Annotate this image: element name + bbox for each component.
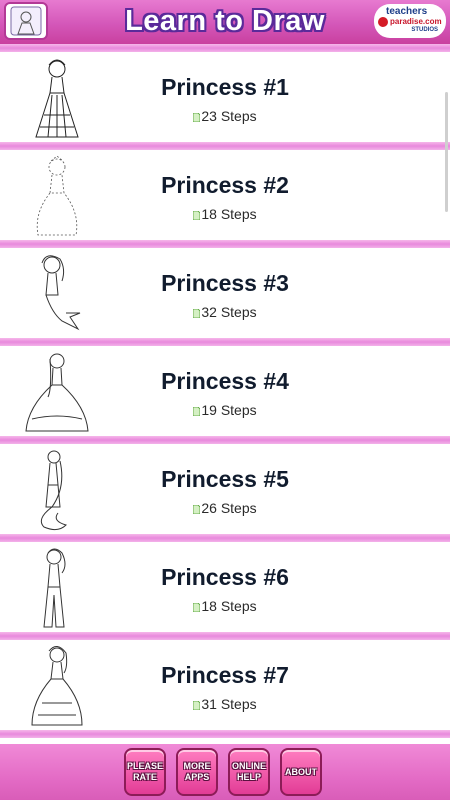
item-steps: 18 Steps (100, 598, 350, 614)
item-title: Princess #6 (161, 564, 289, 590)
list-item[interactable]: Princess #5 26 Steps (0, 444, 450, 534)
document-icon (193, 701, 201, 710)
princess-drawing-icon (22, 349, 92, 435)
step-count: 18 Steps (201, 598, 257, 614)
list-item[interactable]: Princess #2 18 Steps (0, 150, 450, 240)
divider (0, 240, 450, 248)
document-icon (193, 309, 201, 318)
document-icon (193, 113, 201, 122)
list-item[interactable]: Princess #3 32 Steps (0, 248, 450, 338)
divider (0, 142, 450, 150)
item-title: Princess #5 (161, 466, 289, 492)
list-item[interactable]: Princess #1 23 Steps (0, 52, 450, 142)
divider (0, 338, 450, 346)
step-count: 26 Steps (201, 500, 257, 516)
footer-toolbar: PLEASE RATE MORE APPS ONLINE HELP ABOUT (0, 744, 450, 800)
list-item[interactable]: Princess #6 18 Steps (0, 542, 450, 632)
divider (0, 44, 450, 52)
please-rate-button[interactable]: PLEASE RATE (124, 748, 166, 796)
scrollbar[interactable] (445, 92, 448, 212)
divider (0, 534, 450, 542)
apple-icon (378, 17, 388, 27)
princess-drawing-icon (22, 545, 92, 631)
brand-line-3: STUDIOS (411, 27, 438, 33)
document-icon (193, 211, 201, 220)
list-item[interactable]: Princess #7 31 Steps (0, 640, 450, 730)
step-count: 31 Steps (201, 696, 257, 712)
brand-line-1: teachers (386, 6, 428, 17)
app-logo-icon[interactable] (4, 2, 48, 40)
princess-drawing-icon (22, 447, 92, 533)
item-steps: 23 Steps (100, 108, 350, 124)
divider (0, 730, 450, 738)
more-apps-button[interactable]: MORE APPS (176, 748, 218, 796)
item-steps: 32 Steps (100, 304, 350, 320)
item-steps: 31 Steps (100, 696, 350, 712)
step-count: 19 Steps (201, 402, 257, 418)
item-title: Princess #7 (161, 662, 289, 688)
document-icon (193, 603, 201, 612)
item-title: Princess #1 (161, 74, 289, 100)
page-title: Learn to Draw (125, 5, 325, 37)
about-button[interactable]: ABOUT (280, 748, 322, 796)
brand-line-2: paradise.com (390, 17, 442, 26)
divider (0, 632, 450, 640)
item-steps: 19 Steps (100, 402, 350, 418)
step-count: 18 Steps (201, 206, 257, 222)
item-steps: 26 Steps (100, 500, 350, 516)
online-help-button[interactable]: ONLINE HELP (228, 748, 270, 796)
app-header: Learn to Draw teachers paradise.com STUD… (0, 0, 450, 44)
step-count: 32 Steps (201, 304, 257, 320)
step-count: 23 Steps (201, 108, 257, 124)
item-title: Princess #4 (161, 368, 289, 394)
item-steps: 18 Steps (100, 206, 350, 222)
brand-logo[interactable]: teachers paradise.com STUDIOS (374, 4, 446, 38)
document-icon (193, 505, 201, 514)
document-icon (193, 407, 201, 416)
item-title: Princess #2 (161, 172, 289, 198)
lesson-list[interactable]: Princess #1 23 Steps Princess #2 18 Step… (0, 44, 450, 744)
list-item[interactable]: Princess #4 19 Steps (0, 346, 450, 436)
item-title: Princess #3 (161, 270, 289, 296)
princess-drawing-icon (22, 643, 92, 729)
princess-drawing-icon (22, 55, 92, 141)
divider (0, 436, 450, 444)
mermaid-drawing-icon (22, 251, 92, 337)
princess-drawing-icon (22, 153, 92, 239)
